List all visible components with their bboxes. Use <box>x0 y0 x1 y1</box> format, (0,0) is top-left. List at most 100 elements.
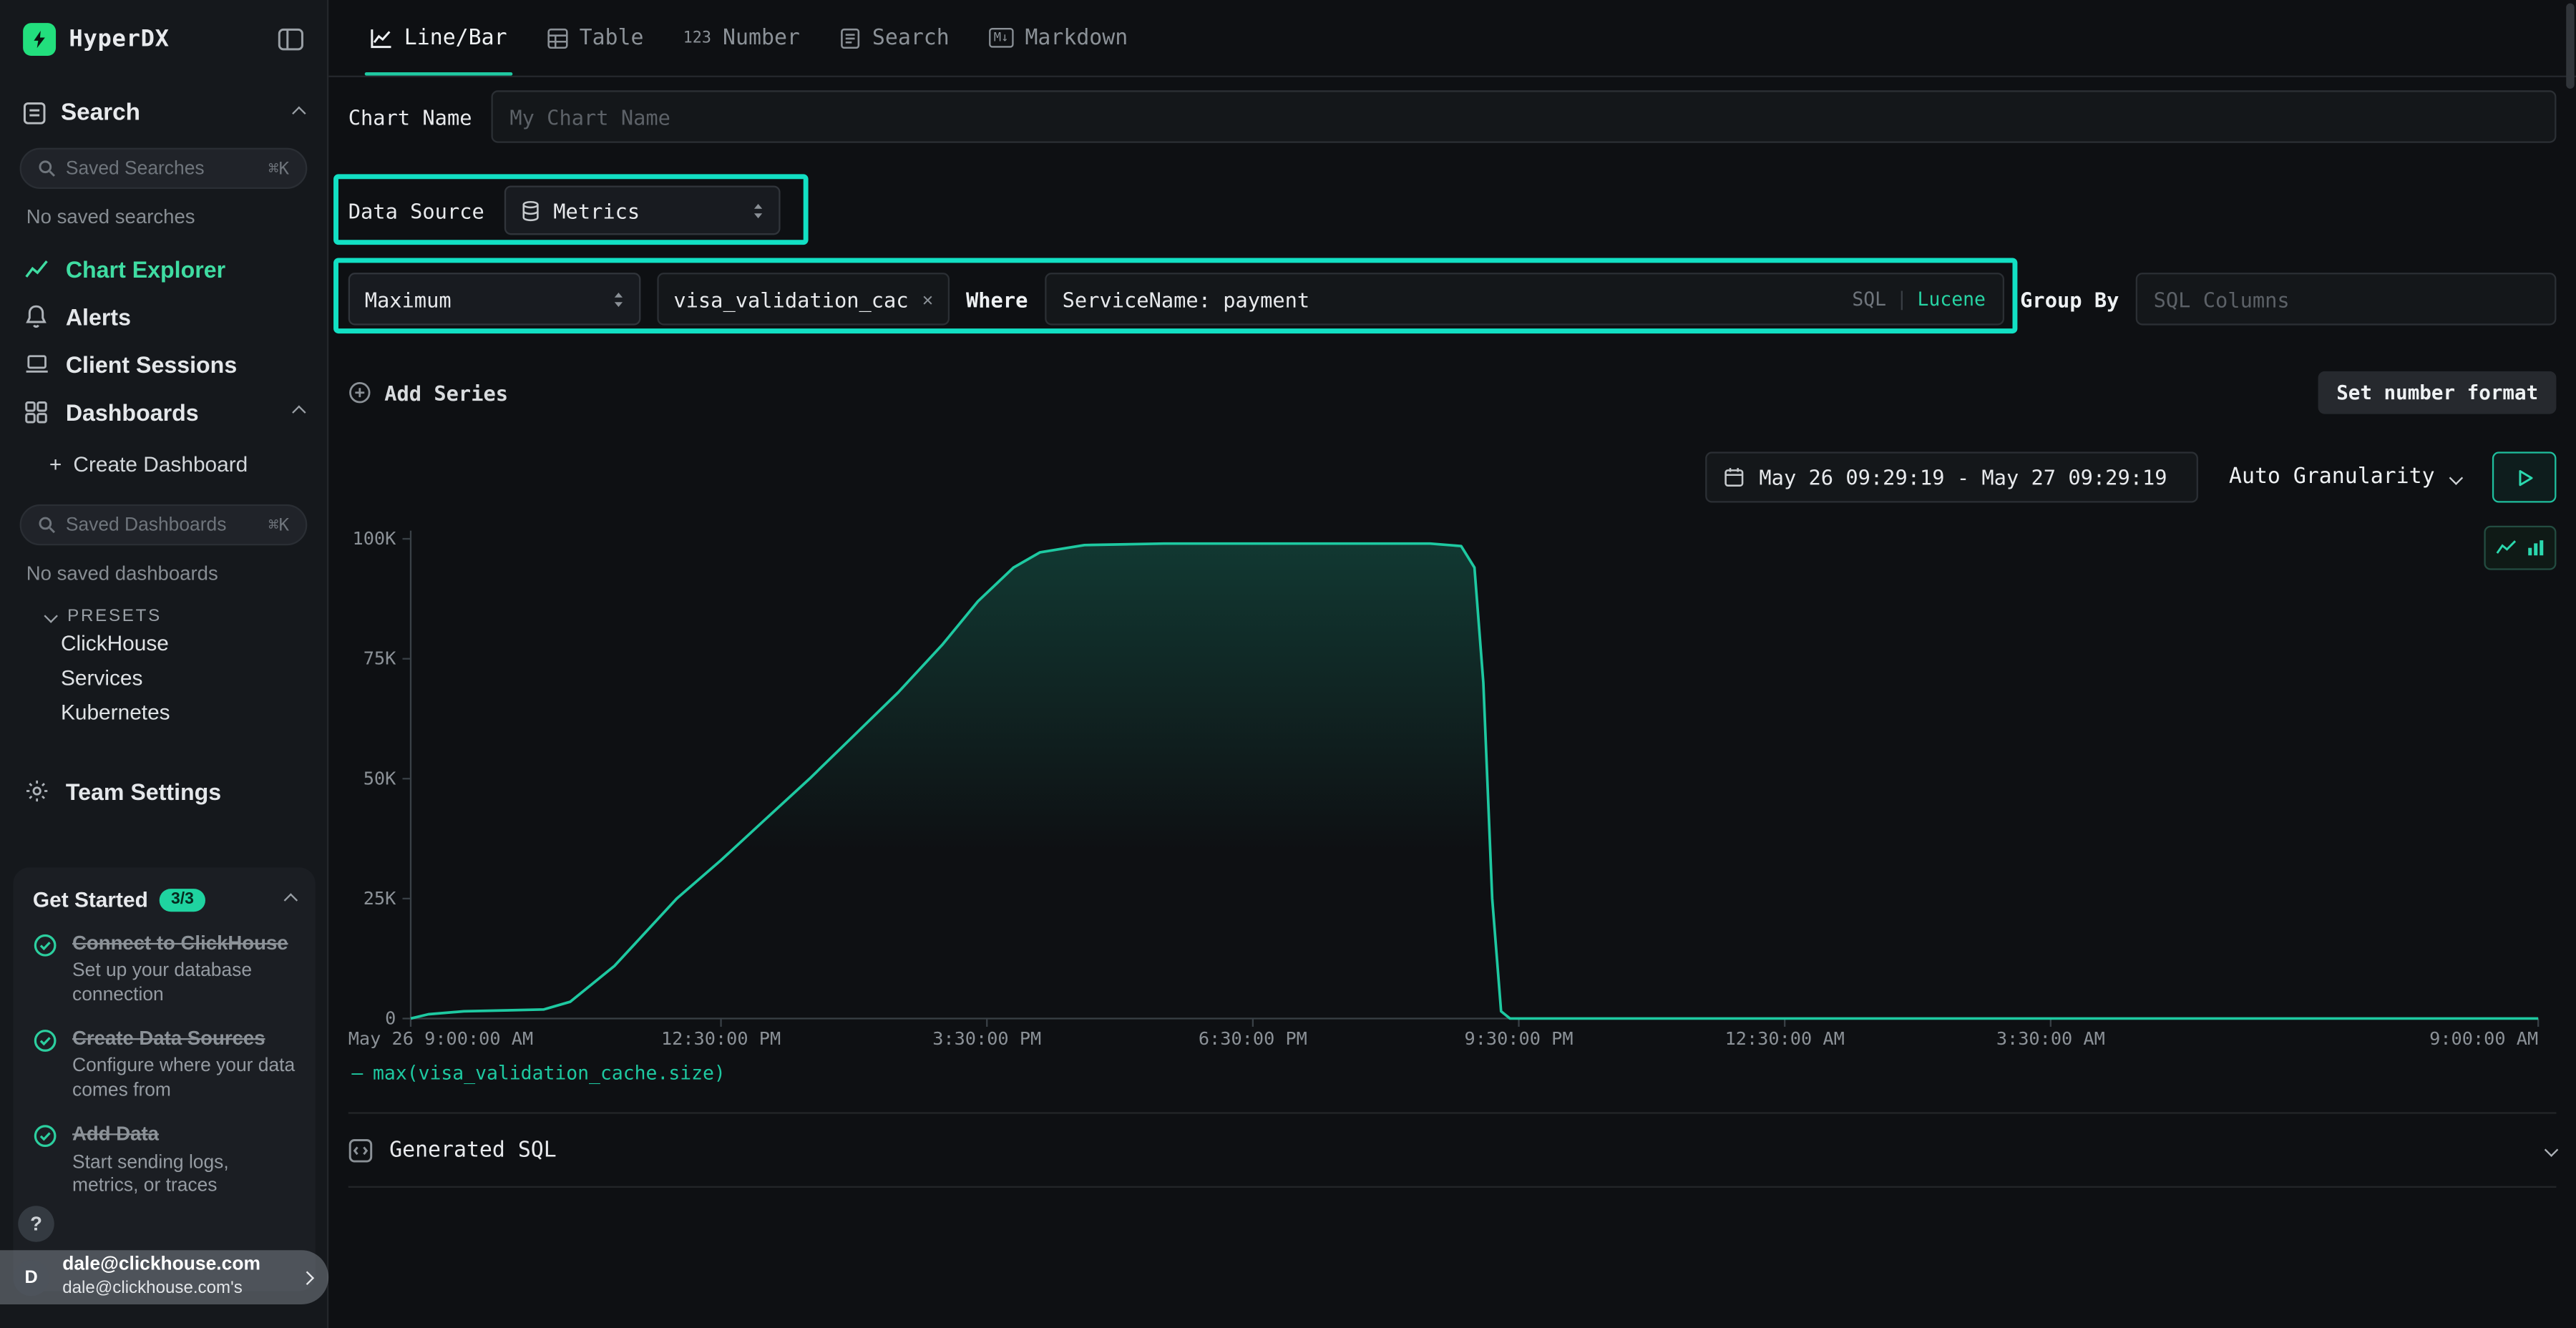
table-icon <box>547 27 568 49</box>
saved-searches-input[interactable] <box>66 159 258 179</box>
sidebar-item-team-settings[interactable]: Team Settings <box>0 767 327 815</box>
where-input[interactable]: ServiceName: payment SQL | Lucene <box>1044 273 2004 325</box>
no-saved-searches-note: No saved searches <box>0 189 327 228</box>
sidebar-section-search[interactable]: Search <box>0 100 327 127</box>
tab-label: Line/Bar <box>404 26 507 50</box>
magnifier-icon <box>38 516 56 534</box>
check-circle-icon <box>33 1027 57 1103</box>
create-dashboard-button[interactable]: + Create Dashboard <box>0 444 327 483</box>
presets-label: PRESETS <box>67 606 162 626</box>
chart-type-tabbar: Line/Bar Table 123 Number Search M↓ Ma <box>328 0 2576 77</box>
checklist-item-subtitle: Start sending logs, metrics, or traces <box>72 1151 296 1198</box>
markdown-icon: M↓ <box>989 28 1014 48</box>
tab-label: Table <box>580 26 644 50</box>
app-title: HyperDX <box>69 26 169 53</box>
laptop-icon <box>23 353 49 375</box>
where-value: ServiceName: payment <box>1063 287 1843 311</box>
sidebar-item-label: Chart Explorer <box>66 255 225 282</box>
add-series-button[interactable]: Add Series <box>348 381 508 405</box>
group-by-input[interactable] <box>2135 273 2556 325</box>
team-settings-label: Team Settings <box>66 778 221 804</box>
time-toolbar: May 26 09:29:19 - May 27 09:29:19 Auto G… <box>1705 451 2557 502</box>
checklist-item-subtitle: Configure where your data comes from <box>72 1055 296 1103</box>
sidebar-nav: Chart Explorer Alerts Client Sessions Da… <box>0 245 327 435</box>
chevron-right-icon <box>301 1270 314 1284</box>
run-query-button[interactable] <box>2492 451 2557 502</box>
plus-icon: + <box>49 451 62 475</box>
chart-legend[interactable]: — max(visa_validation_cache.size) <box>351 1061 726 1084</box>
updown-chevrons-icon <box>752 201 763 219</box>
user-team: dale@clickhouse.com's <box>62 1278 260 1299</box>
svg-text:12:30:00 PM: 12:30:00 PM <box>661 1028 781 1049</box>
app-root: HyperDX Search ⌘K No saved searches <box>0 0 2576 1328</box>
chart-area[interactable]: 025K50K75K100KMay 26 9:00:00 AM12:30:00 … <box>348 522 2557 1090</box>
date-range-picker[interactable]: May 26 09:29:19 - May 27 09:29:19 <box>1705 451 2198 502</box>
get-started-header[interactable]: Get Started 3/3 <box>33 887 296 912</box>
checklist-item-title: Add Data <box>72 1123 296 1148</box>
database-icon <box>520 200 540 221</box>
magnifier-icon <box>38 160 56 177</box>
preset-item-services[interactable]: Services <box>0 660 327 695</box>
saved-searches-pill[interactable]: ⌘K <box>20 148 308 189</box>
collapse-sidebar-icon[interactable] <box>278 28 304 51</box>
plus-circle-icon <box>348 381 371 404</box>
sidebar: HyperDX Search ⌘K No saved searches <box>0 0 328 1328</box>
saved-dashboards-pill[interactable]: ⌘K <box>20 504 308 545</box>
granularity-select[interactable]: Auto Granularity <box>2223 465 2468 489</box>
sidebar-item-label: Alerts <box>66 303 131 330</box>
metric-field[interactable]: visa_validation_cach ✕ <box>657 273 950 325</box>
svg-text:12:30:00 AM: 12:30:00 AM <box>1725 1028 1845 1049</box>
tab-search[interactable]: Search <box>839 0 950 76</box>
tab-markdown[interactable]: M↓ Markdown <box>989 0 1128 76</box>
lucene-mode-toggle[interactable]: Lucene <box>1918 288 1986 311</box>
checklist-item[interactable]: Connect to ClickHouse Set up your databa… <box>33 932 296 1007</box>
user-email: dale@clickhouse.com <box>62 1256 260 1279</box>
aggregation-value: Maximum <box>365 287 452 311</box>
scrollbar-thumb[interactable] <box>2566 4 2574 89</box>
checklist-item-title: Connect to ClickHouse <box>72 932 296 957</box>
preset-item-kubernetes[interactable]: Kubernetes <box>0 695 327 729</box>
checklist-item[interactable]: Add Data Start sending logs, metrics, or… <box>33 1123 296 1198</box>
sidebar-item-alerts[interactable]: Alerts <box>0 293 327 341</box>
data-source-row: Data Source Metrics <box>348 185 780 235</box>
divider <box>348 1186 2557 1188</box>
user-menu[interactable]: D dale@clickhouse.com dale@clickhouse.co… <box>0 1250 328 1304</box>
granularity-value: Auto Granularity <box>2229 465 2435 489</box>
saved-dashboards-input[interactable] <box>66 515 258 535</box>
line-chart[interactable]: 025K50K75K100KMay 26 9:00:00 AM12:30:00 … <box>348 522 2557 1058</box>
generated-sql-toggle[interactable]: Generated SQL <box>348 1127 2557 1173</box>
create-dashboard-label: Create Dashboard <box>73 451 248 475</box>
sidebar-item-client-sessions[interactable]: Client Sessions <box>0 340 327 388</box>
chevron-down-icon <box>2449 470 2463 484</box>
add-series-label: Add Series <box>384 381 508 405</box>
tab-number[interactable]: 123 Number <box>683 0 800 76</box>
divider <box>348 1112 2557 1113</box>
set-number-format-button[interactable]: Set number format <box>2318 371 2557 414</box>
preset-item-clickhouse[interactable]: ClickHouse <box>0 626 327 660</box>
hyperdx-logo-icon <box>23 23 56 56</box>
svg-text:May 26 9:00:00 AM: May 26 9:00:00 AM <box>348 1028 533 1049</box>
chevron-down-icon <box>2545 1143 2558 1156</box>
sql-mode-toggle[interactable]: SQL <box>1852 288 1886 311</box>
chevron-up-icon <box>284 892 298 906</box>
chevron-up-icon <box>292 107 306 120</box>
help-button[interactable]: ? <box>18 1206 54 1242</box>
data-source-value: Metrics <box>553 198 640 223</box>
where-label: Where <box>966 287 1028 311</box>
calendar-icon <box>1723 467 1745 488</box>
search-section-label: Search <box>61 100 140 127</box>
data-source-select[interactable]: Metrics <box>504 185 780 235</box>
presets-toggle[interactable]: PRESETS <box>0 606 327 626</box>
aggregation-select[interactable]: Maximum <box>348 273 641 325</box>
tab-line-bar[interactable]: Line/Bar <box>370 0 507 76</box>
legend-swatch: — <box>351 1061 363 1084</box>
tab-table[interactable]: Table <box>547 0 644 76</box>
sidebar-item-label: Client Sessions <box>66 351 237 377</box>
chart-name-input[interactable] <box>492 90 2556 142</box>
tab-label: Search <box>872 26 950 50</box>
clear-metric-icon[interactable]: ✕ <box>922 288 933 310</box>
checklist-item[interactable]: Create Data Sources Configure where your… <box>33 1027 296 1103</box>
sidebar-item-chart-explorer[interactable]: Chart Explorer <box>0 245 327 293</box>
search-section-icon <box>23 102 46 125</box>
sidebar-item-dashboards[interactable]: Dashboards <box>0 388 327 436</box>
